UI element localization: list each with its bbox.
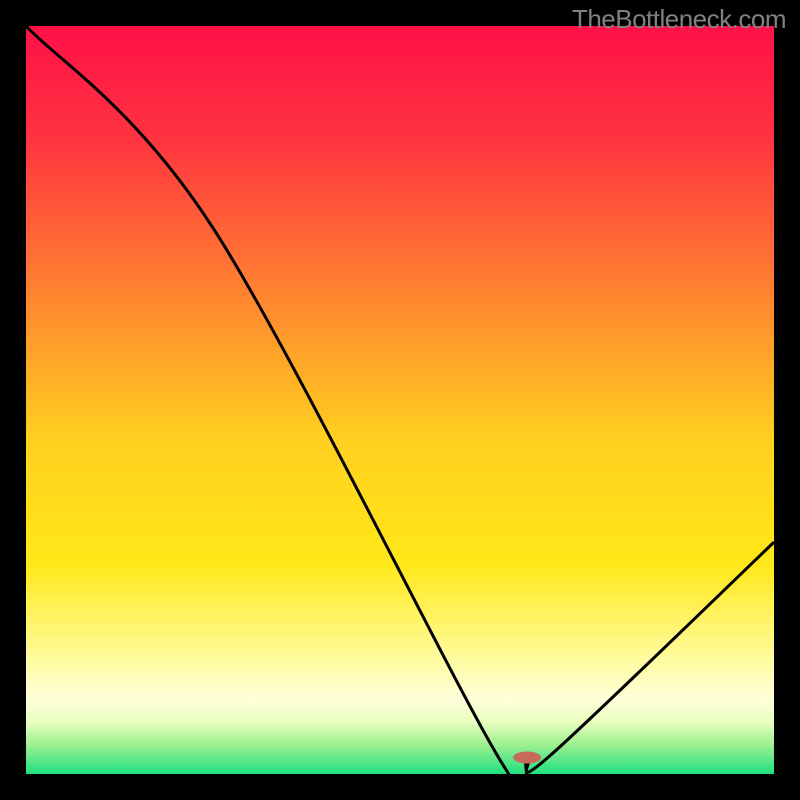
chart-canvas — [26, 26, 774, 774]
gradient-fill — [26, 26, 774, 774]
watermark-text: TheBottleneck.com — [572, 4, 786, 35]
optimal-marker — [513, 752, 541, 764]
